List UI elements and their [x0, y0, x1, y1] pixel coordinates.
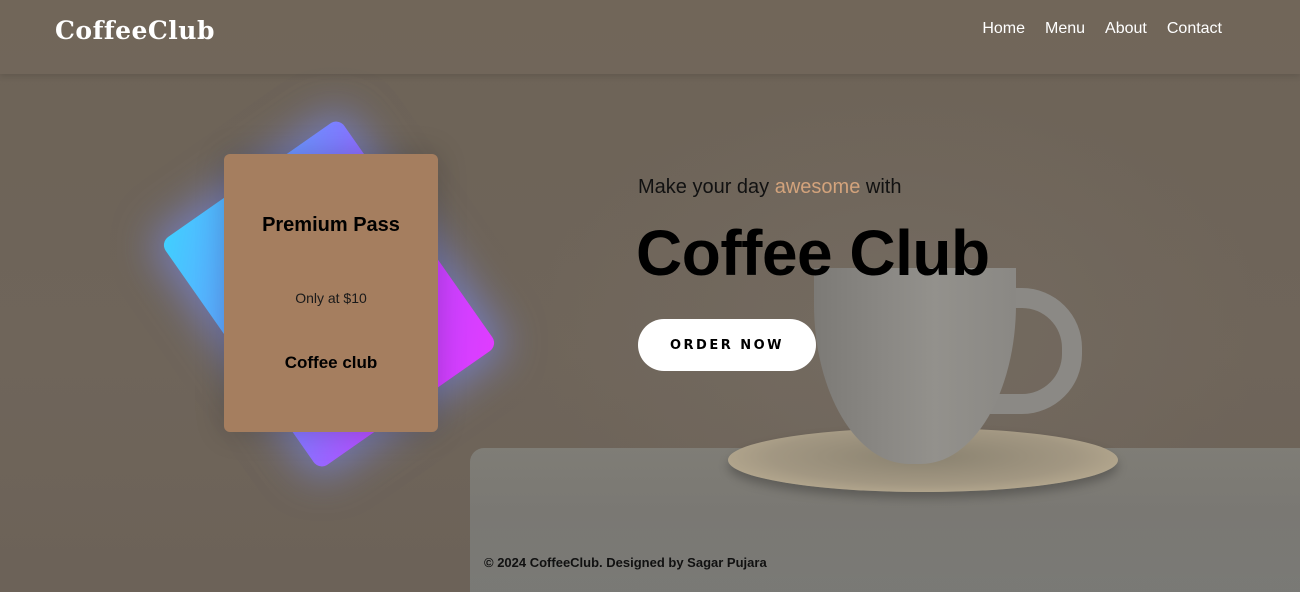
hero-tagline: Make your day awesome with	[638, 176, 901, 199]
site-logo[interactable]: CoffeeClub	[55, 16, 215, 45]
card-title: Premium Pass	[262, 214, 400, 236]
tagline-suffix: with	[860, 176, 902, 198]
card-price: Only at $10	[295, 290, 367, 306]
footer-credit: © 2024 CoffeeClub. Designed by Sagar Puj…	[484, 555, 767, 570]
premium-pass-card: Premium Pass Only at $10 Coffee club	[224, 154, 438, 432]
nav-about[interactable]: About	[1105, 20, 1147, 38]
nav-menu[interactable]: Menu	[1045, 20, 1085, 38]
card-subtitle: Coffee club	[284, 353, 378, 372]
hero-title: Coffee Club	[636, 217, 990, 289]
main-nav: Home Menu About Contact	[982, 20, 1222, 38]
site-header: CoffeeClub Home Menu About Contact	[0, 0, 1300, 74]
nav-contact[interactable]: Contact	[1167, 20, 1222, 38]
nav-home[interactable]: Home	[982, 20, 1025, 38]
tagline-prefix: Make your day	[638, 176, 775, 198]
tagline-accent: awesome	[774, 176, 861, 198]
order-now-button[interactable]: ORDER NOW	[638, 319, 816, 371]
